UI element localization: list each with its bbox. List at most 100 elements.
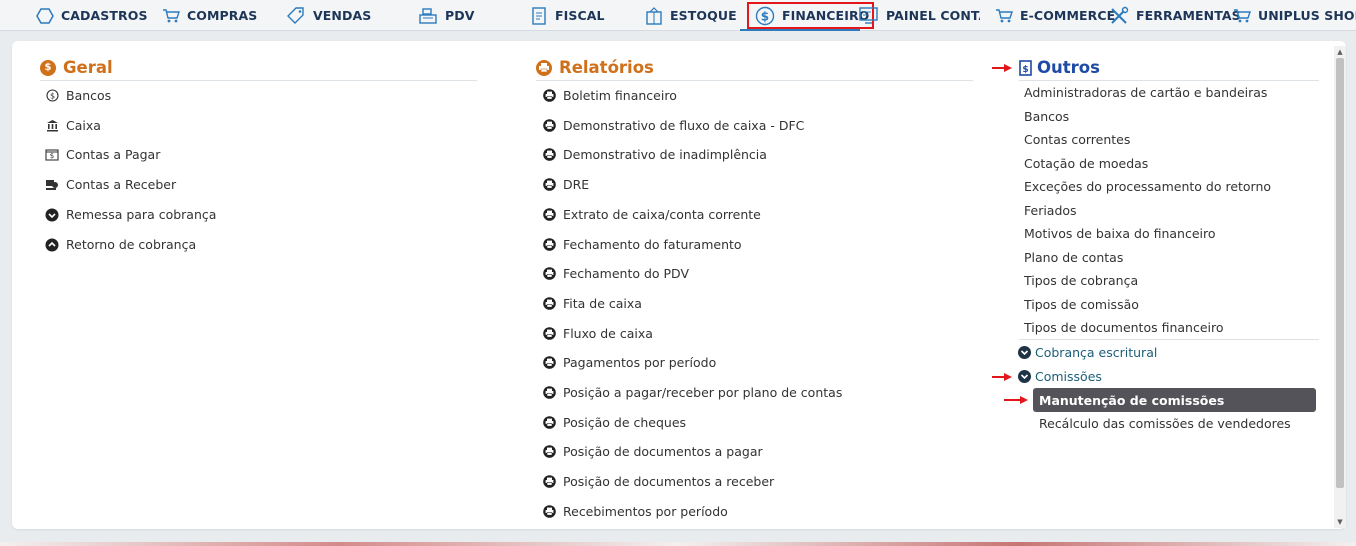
group-label: Comissões bbox=[1035, 369, 1102, 384]
outros-item[interactable]: Cotação de moedas bbox=[1024, 156, 1148, 171]
svg-text:$: $ bbox=[761, 9, 769, 23]
item-label: Extrato de caixa/conta corrente bbox=[563, 206, 761, 222]
nav-fiscal[interactable]: FISCAL bbox=[530, 0, 605, 31]
printer-icon bbox=[542, 207, 556, 221]
scroll-up-icon[interactable]: ▲ bbox=[1334, 46, 1346, 58]
relatorio-item[interactable]: Fita de caixa bbox=[542, 296, 642, 311]
item-label: Boletim financeiro bbox=[563, 88, 677, 103]
comissoes-item-manutencao[interactable]: Manutenção de comissões bbox=[1033, 388, 1316, 412]
outros-item[interactable]: Motivos de baixa do financeiro bbox=[1024, 226, 1216, 241]
relatorio-item[interactable]: Fluxo de caixa bbox=[542, 326, 653, 341]
item-label: Demonstrativo de inadimplência bbox=[563, 147, 767, 163]
dollar-circle-icon: $ bbox=[45, 89, 59, 103]
item-label: DRE bbox=[563, 177, 590, 193]
nav-ecommerce[interactable]: E-COMMERCE bbox=[995, 0, 1115, 31]
cash-register-icon bbox=[418, 7, 438, 25]
item-label: Fluxo de caixa bbox=[563, 325, 653, 341]
printer-icon bbox=[542, 178, 556, 192]
nav-label: UNIPLUS SHOP bbox=[1258, 8, 1356, 23]
item-label: Remessa para cobrança bbox=[66, 207, 217, 222]
outros-item[interactable]: Tipos de comissão bbox=[1024, 297, 1139, 312]
scrollbar-thumb[interactable] bbox=[1336, 58, 1344, 488]
scroll-down-icon[interactable]: ▼ bbox=[1334, 516, 1346, 528]
chevron-up-circle-icon bbox=[45, 238, 59, 252]
nav-financeiro[interactable]: $ FINANCEIRO bbox=[747, 2, 875, 29]
nav-label: CADASTROS bbox=[61, 8, 148, 23]
geral-item-contas-a-pagar[interactable]: $ Contas a Pagar bbox=[45, 147, 160, 162]
bank-icon bbox=[45, 119, 59, 133]
relatorio-item[interactable]: Extrato de caixa/conta corrente bbox=[542, 207, 761, 222]
outros-item[interactable]: Bancos bbox=[1024, 109, 1069, 124]
nav-ferramentas[interactable]: FERRAMENTAS bbox=[1109, 0, 1241, 31]
nav-uniplus-shop[interactable]: UNIPLUS SHOP bbox=[1233, 0, 1356, 31]
nav-label: FERRAMENTAS bbox=[1136, 8, 1241, 23]
item-label: Retorno de cobrança bbox=[66, 237, 197, 252]
chevron-down-circle-icon bbox=[45, 208, 59, 222]
relatorio-item[interactable]: Pagamentos por período bbox=[542, 355, 716, 370]
geral-item-contas-a-receber[interactable]: Contas a Receber bbox=[45, 177, 176, 192]
outros-item[interactable]: Plano de contas bbox=[1024, 250, 1123, 265]
item-label: Manutenção de comissões bbox=[1039, 392, 1225, 408]
item-label: Posição a pagar/receber por plano de con… bbox=[563, 385, 843, 400]
outros-item[interactable]: Exceções do processamento do retorno bbox=[1024, 179, 1271, 194]
relatorio-item[interactable]: Posição a pagar/receber por plano de con… bbox=[542, 385, 842, 400]
item-label: Administradoras de cartão e bandeiras bbox=[1024, 85, 1268, 100]
nav-painel-contador[interactable]: PAINEL CONTADOR bbox=[859, 0, 980, 31]
relatorio-item[interactable]: Fechamento do faturamento bbox=[542, 237, 742, 252]
relatorio-item[interactable]: DRE bbox=[542, 177, 589, 192]
outros-item[interactable]: Tipos de cobrança bbox=[1024, 273, 1138, 288]
section-relatorios-title: Relatórios bbox=[536, 58, 654, 77]
nav-label: VENDAS bbox=[313, 8, 372, 23]
active-tab-underline bbox=[740, 29, 860, 31]
nav-label: FISCAL bbox=[555, 8, 605, 23]
cart-icon bbox=[995, 8, 1013, 24]
nav-compras[interactable]: COMPRAS bbox=[162, 0, 257, 31]
printer-badge-icon bbox=[536, 59, 552, 76]
comissoes-item-recalculo[interactable]: Recálculo das comissões de vendedores bbox=[1039, 416, 1291, 431]
nav-cadastros[interactable]: CADASTROS bbox=[36, 0, 148, 31]
group-comissoes[interactable]: Comissões bbox=[1018, 369, 1102, 384]
geral-item-remessa-para-cobranca[interactable]: Remessa para cobrança bbox=[45, 207, 216, 222]
relatorio-item[interactable]: Fechamento do PDV bbox=[542, 266, 689, 281]
dollar-badge-icon: $ bbox=[40, 59, 56, 76]
section-outros-title: $ Outros bbox=[1019, 58, 1100, 77]
dollar-circle-icon: $ bbox=[755, 6, 775, 26]
relatorio-item[interactable]: Posição de cheques bbox=[542, 415, 686, 430]
cart-icon bbox=[162, 8, 180, 24]
group-cobranca-escritural[interactable]: Cobrança escritural bbox=[1018, 345, 1157, 360]
printer-icon bbox=[542, 445, 556, 459]
geral-item-caixa[interactable]: Caixa bbox=[45, 118, 101, 133]
printer-icon bbox=[542, 148, 556, 162]
item-label: Recálculo das comissões de vendedores bbox=[1039, 416, 1291, 431]
hexagon-icon bbox=[36, 7, 54, 24]
item-label: Feriados bbox=[1024, 202, 1077, 218]
geral-item-retorno-de-cobranca[interactable]: Retorno de cobrança bbox=[45, 237, 196, 252]
nav-estoque[interactable]: ESTOQUE bbox=[645, 0, 737, 31]
relatorio-item[interactable]: Posição de documentos a receber bbox=[542, 474, 774, 489]
tag-icon bbox=[286, 6, 306, 25]
red-arrow-annotation bbox=[992, 64, 1012, 72]
geral-item-bancos[interactable]: $ Bancos bbox=[45, 88, 111, 103]
relatorio-item[interactable]: Demonstrativo de inadimplência bbox=[542, 147, 767, 162]
section-relatorios-label: Relatórios bbox=[559, 58, 654, 77]
printer-icon bbox=[542, 296, 556, 310]
monitor-icon bbox=[859, 6, 879, 25]
item-label: Contas correntes bbox=[1024, 132, 1131, 147]
outros-item[interactable]: Feriados bbox=[1024, 203, 1077, 218]
relatorio-item[interactable]: Posição de documentos a pagar bbox=[542, 444, 763, 459]
relatorio-item[interactable]: Demonstrativo de fluxo de caixa - DFC bbox=[542, 118, 804, 133]
printer-icon bbox=[542, 89, 556, 103]
nav-vendas[interactable]: VENDAS bbox=[286, 0, 371, 31]
outros-item[interactable]: Administradoras de cartão e bandeiras bbox=[1024, 85, 1267, 100]
item-label: Fita de caixa bbox=[563, 295, 642, 311]
relatorio-item[interactable]: Boletim financeiro bbox=[542, 88, 677, 103]
nav-pdv[interactable]: PDV bbox=[418, 0, 475, 31]
section-geral-title: $ Geral bbox=[40, 58, 113, 77]
outros-item[interactable]: Tipos de documentos financeiro bbox=[1024, 320, 1224, 335]
relatorio-item[interactable]: Recebimentos por período bbox=[542, 504, 728, 519]
item-label: Contas a Receber bbox=[66, 177, 177, 192]
item-label: Tipos de documentos financeiro bbox=[1024, 320, 1224, 335]
outros-item[interactable]: Contas correntes bbox=[1024, 132, 1130, 147]
bottom-edge-strip bbox=[0, 542, 1356, 546]
item-label: Bancos bbox=[1024, 108, 1070, 124]
